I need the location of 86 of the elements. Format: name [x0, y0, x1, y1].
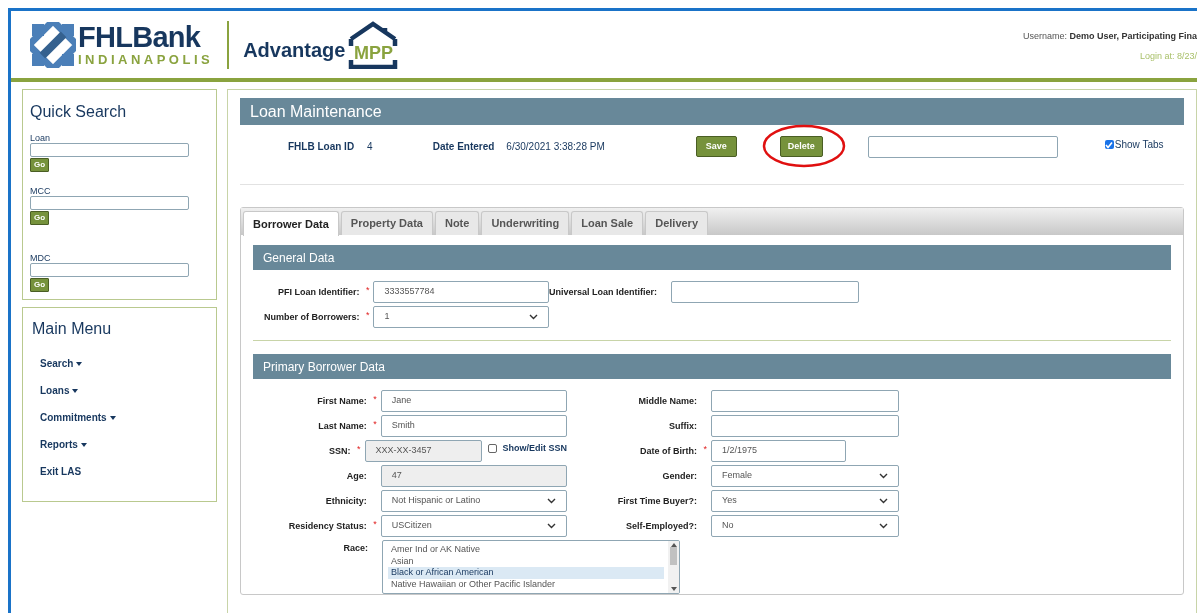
section-header: General Data [253, 245, 1171, 270]
input-field[interactable] [711, 390, 899, 412]
username-text: Username: Demo User, Participating Fina [1022, 30, 1197, 43]
go-button[interactable]: Go [30, 158, 50, 172]
field-label: Loan [30, 133, 51, 143]
field-label: Number of Borrowers: * [262, 309, 371, 324]
chevron-down-icon [547, 523, 556, 529]
field-label: Gender: [661, 470, 698, 483]
menu-item[interactable]: Search [40, 355, 83, 372]
tab[interactable]: Loan Sale [571, 211, 644, 235]
go-button[interactable]: Go [30, 278, 50, 292]
tab[interactable]: Borrower Data [243, 211, 339, 236]
chevron-down-icon [879, 473, 888, 479]
panel-title: Main Menu [32, 319, 113, 339]
input-field[interactable] [711, 415, 899, 437]
field-label: First Time Buyer?: [616, 495, 698, 508]
scrollbar[interactable] [668, 541, 679, 593]
page-title: Loan Maintenance [240, 98, 1184, 125]
field-label: Middle Name: [637, 395, 698, 408]
race-listbox[interactable]: Amer Ind or AK Native Asian Black or African American Native Hawaiian or Other Pacific Islander [382, 540, 680, 594]
input-field[interactable] [30, 263, 189, 277]
field-label: PFI Loan Identifier: * [276, 284, 371, 299]
input-field: XXX-XX-3457 [364, 440, 483, 462]
menu-item[interactable]: Commitments [40, 409, 116, 426]
login-time: Login at: 8/23/ [1139, 49, 1197, 63]
chevron-down-icon [529, 314, 538, 320]
brand-subtitle: INDIANAPOLIS [78, 53, 214, 66]
list-option[interactable]: Amer Ind or AK Native [388, 544, 664, 556]
chevron-down-icon [879, 523, 888, 529]
field-label: Date of Birth: * [639, 443, 708, 458]
brand-name: FHLBank [78, 23, 202, 52]
field-label: Race: [342, 542, 369, 555]
tab[interactable]: Underwriting [481, 211, 570, 235]
field-label: Universal Loan Identifier: [549, 286, 659, 299]
select-field[interactable]: USCitizen [380, 515, 567, 537]
field-label: MCC [30, 186, 51, 196]
input-field[interactable]: Jane [380, 390, 567, 412]
panel-title: Quick Search [30, 102, 128, 122]
field-label: First Name: * [316, 393, 378, 408]
logo-icon [30, 21, 76, 68]
select-field[interactable]: No [711, 515, 899, 537]
field-label: Self-Employed?: [625, 520, 698, 533]
list-option[interactable]: Black or African American [388, 567, 664, 579]
field-label: Ethnicity: [324, 495, 368, 508]
input-field[interactable] [867, 136, 1058, 158]
field-label: Last Name: * [317, 418, 378, 433]
field-label: Date Entered [432, 140, 495, 154]
input-field[interactable]: 1/2/1975 [711, 440, 846, 462]
input-field[interactable]: Smith [380, 415, 567, 437]
field-label: MDC [30, 253, 51, 263]
show-tabs-checkbox[interactable]: Show Tabs [1104, 137, 1164, 152]
show-ssn-checkbox[interactable]: Show/Edit SSN [488, 440, 567, 456]
loan-id-value: 4 [367, 140, 373, 154]
checkmark-icon [1105, 140, 1114, 149]
section-header: Primary Borrower Data [253, 354, 1171, 379]
field-label: Residency Status: * [287, 518, 378, 533]
input-field: 47 [380, 465, 567, 487]
select-field[interactable]: Female [711, 465, 899, 487]
field-label: Suffix: [668, 420, 698, 433]
go-button[interactable]: Go [30, 211, 50, 225]
list-option[interactable]: Native Hawaiian or Other Pacific Islander [388, 578, 664, 590]
menu-item[interactable]: Exit LAS [40, 463, 82, 480]
input-field[interactable] [30, 196, 189, 210]
tab[interactable]: Property Data [340, 211, 433, 235]
product-name: Advantage [243, 37, 346, 63]
date-value: 6/30/2021 3:38:28 PM [506, 140, 605, 154]
input-field[interactable] [30, 143, 189, 157]
field-label: Age: [345, 470, 368, 483]
menu-item[interactable]: Loans [40, 382, 79, 399]
chevron-down-icon [547, 498, 556, 504]
scroll-down-icon[interactable] [670, 587, 677, 591]
input-field[interactable]: 3333557784 [373, 281, 549, 303]
save-button[interactable]: Save [695, 136, 737, 157]
select-field[interactable]: Not Hispanic or Latino [380, 490, 567, 512]
select-field[interactable]: Yes [711, 490, 899, 512]
house-logo: MPP [348, 20, 399, 69]
list-option[interactable]: Asian [388, 555, 664, 567]
delete-button[interactable]: Delete [779, 136, 823, 157]
chevron-down-icon [879, 498, 888, 504]
input-field[interactable] [671, 281, 860, 303]
tab[interactable]: Delivery [645, 211, 708, 235]
select-field[interactable]: 1 [373, 306, 549, 328]
tab[interactable]: Note [434, 211, 480, 235]
field-label: FHLB Loan ID [288, 140, 355, 154]
menu-item[interactable]: Reports [40, 436, 87, 453]
field-label: SSN: * [328, 443, 362, 458]
